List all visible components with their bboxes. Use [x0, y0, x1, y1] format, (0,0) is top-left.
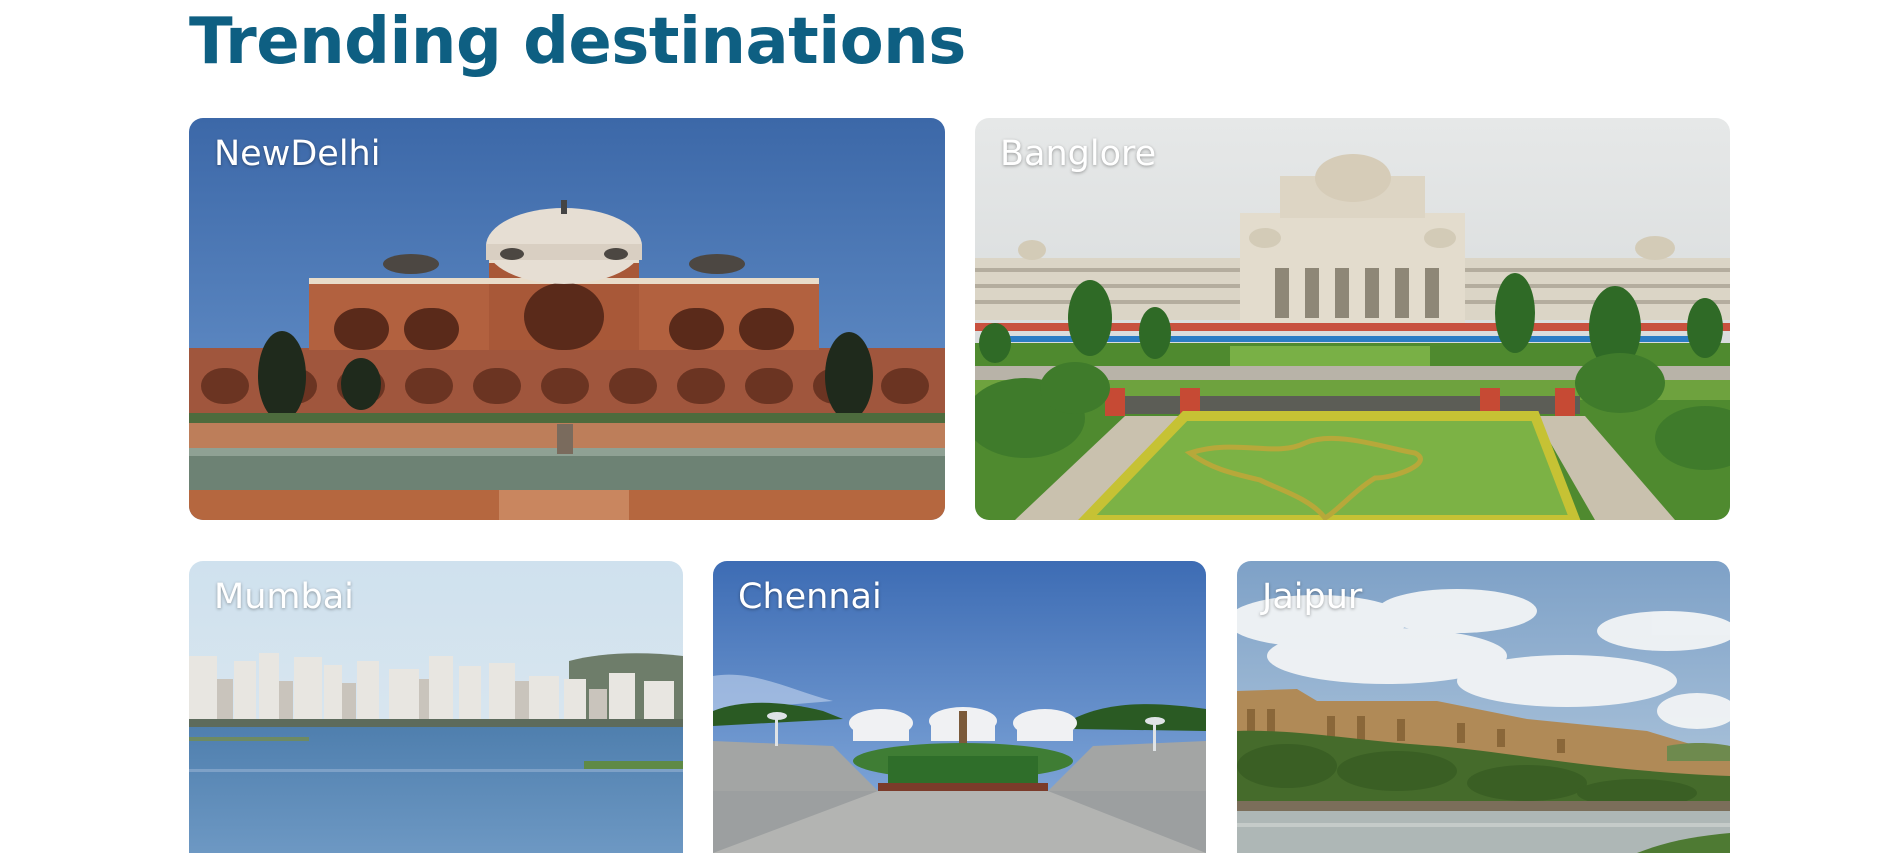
destination-label: Banglore — [1000, 134, 1157, 174]
newdelhi-photo — [189, 118, 945, 520]
destination-label: Mumbai — [214, 577, 354, 617]
destination-card-mumbai[interactable]: Mumbai — [189, 561, 683, 853]
section-title: Trending destinations — [189, 5, 966, 79]
destination-label: Jaipur — [1262, 577, 1363, 617]
destination-card-chennai[interactable]: Chennai — [713, 561, 1206, 853]
destination-card-newdelhi[interactable]: NewDelhi — [189, 118, 945, 520]
destination-card-banglore[interactable]: Banglore — [975, 118, 1730, 520]
banglore-photo — [975, 118, 1730, 520]
destination-label: NewDelhi — [214, 134, 381, 174]
destination-label: Chennai — [738, 577, 882, 617]
destination-card-jaipur[interactable]: Jaipur — [1237, 561, 1730, 853]
